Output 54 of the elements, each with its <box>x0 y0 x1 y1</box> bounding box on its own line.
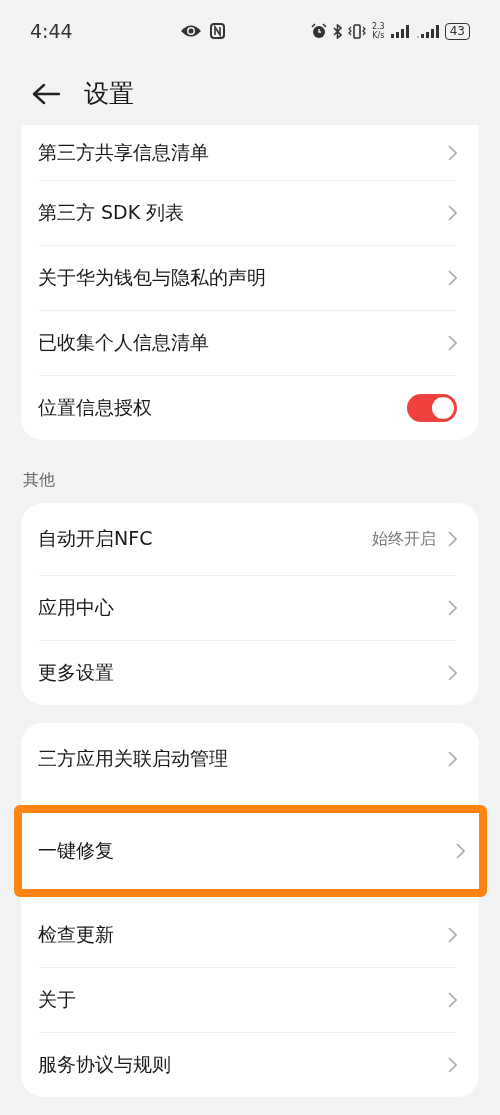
row-label: 服务协议与规则 <box>38 1052 171 1077</box>
back-arrow-icon <box>32 82 60 105</box>
row-label: 更多设置 <box>38 660 114 685</box>
chevron-icon <box>448 665 457 681</box>
chevron-icon <box>448 205 457 221</box>
chevron-icon <box>448 270 457 286</box>
row-label: 检查更新 <box>38 922 114 947</box>
row-label: 关于 <box>38 987 76 1012</box>
vibrate-icon <box>348 23 366 39</box>
chevron-icon <box>448 1057 457 1073</box>
row-label: 已收集个人信息清单 <box>38 330 209 355</box>
settings-row[interactable]: 位置信息授权 <box>38 375 457 440</box>
speed-unit: K/s <box>372 31 385 40</box>
bluetooth-icon <box>333 23 342 39</box>
chevron-icon <box>448 144 457 161</box>
toggle-switch[interactable] <box>407 394 457 422</box>
settings-row[interactable]: 第三方共享信息清单 <box>38 125 457 180</box>
settings-row[interactable]: 关于 <box>38 967 457 1032</box>
row-value: 始终开启 <box>372 528 436 550</box>
status-time: 4:44 <box>30 20 74 42</box>
settings-row[interactable]: 检查更新 <box>38 903 457 967</box>
settings-row[interactable]: 一键修复 <box>14 805 487 897</box>
battery-indicator: 43 <box>444 22 470 40</box>
chevron-icon <box>448 751 457 767</box>
chevron-icon <box>448 927 457 943</box>
row-label: 应用中心 <box>38 595 114 620</box>
speed-value: 2.3 <box>372 22 385 31</box>
settings-row[interactable]: 第三方 SDK 列表 <box>38 180 457 245</box>
chevron-icon <box>456 843 465 859</box>
signal-icon <box>416 24 439 38</box>
settings-row[interactable]: 自动开启NFC 始终开启 <box>38 503 457 575</box>
chevron-icon <box>448 335 457 351</box>
eye-icon <box>180 24 202 38</box>
row-label: 关于华为钱包与隐私的声明 <box>38 265 266 290</box>
chevron-icon <box>448 600 457 616</box>
settings-row[interactable]: 已收集个人信息清单 <box>38 310 457 375</box>
row-label: 三方应用关联启动管理 <box>38 746 228 771</box>
signal-icon <box>390 24 411 38</box>
settings-row[interactable]: 服务协议与规则 <box>38 1032 457 1097</box>
chevron-icon <box>448 531 457 547</box>
row-label: 一键修复 <box>38 838 114 863</box>
settings-row[interactable]: 应用中心 <box>38 575 457 640</box>
row-label: 位置信息授权 <box>38 395 152 420</box>
settings-row[interactable]: 更多设置 <box>38 640 457 705</box>
settings-row[interactable]: 关于华为钱包与隐私的声明 <box>38 245 457 310</box>
nfc-icon <box>210 23 225 39</box>
settings-row[interactable]: 三方应用关联启动管理 <box>38 723 457 795</box>
section-heading: 其他 <box>22 469 56 491</box>
row-label: 第三方 SDK 列表 <box>38 200 185 225</box>
page-title: 设置 <box>84 78 134 110</box>
alarm-icon <box>311 23 327 39</box>
chevron-icon <box>448 992 457 1008</box>
row-label: 自动开启NFC <box>38 526 153 551</box>
row-label: 第三方共享信息清单 <box>38 139 209 165</box>
